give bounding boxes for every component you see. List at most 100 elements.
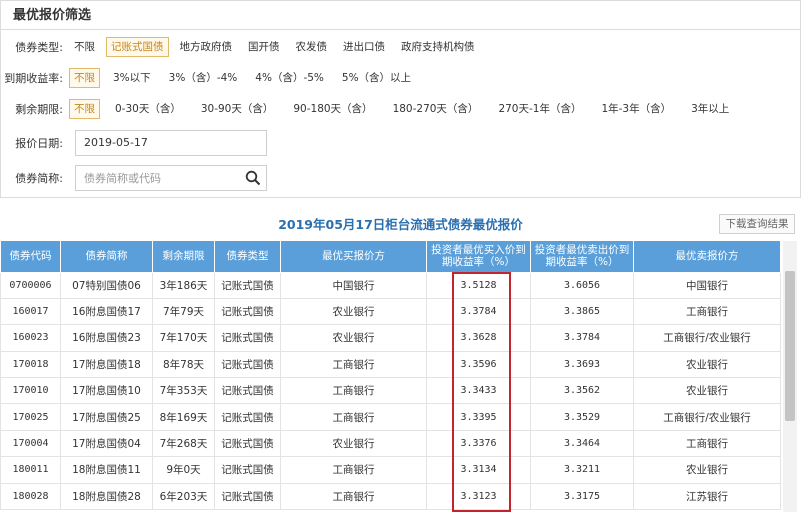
remaining-option[interactable]: 不限 (69, 99, 100, 119)
table-row[interactable]: 160023 16附息国债23 7年170天 记账式国债 农业银行 3.3628 3.378… (0, 324, 781, 352)
date-row: 报价日期: (1, 131, 69, 155)
table-cell: 180028 (0, 483, 61, 511)
table-cell: 3.3433 (426, 377, 531, 405)
scrollbar-thumb[interactable] (785, 271, 795, 421)
table-cell: 3.5128 (426, 272, 531, 299)
remaining-row: 剩余期限: 不限 0-30天（含） 30-90天（含） 90-180天（含） 180-2… (1, 97, 734, 121)
remaining-option[interactable]: 1年-3年（含） (596, 99, 676, 119)
table-cell: 记账式国债 (214, 324, 281, 352)
table-cell: 160017 (0, 298, 61, 326)
remaining-option[interactable]: 0-30天（含） (110, 99, 186, 119)
search-row: 债券简称: (1, 166, 69, 190)
table-row[interactable]: 0700006 07特别国债06 3年186天 记账式国债 中国银行 3.5128 3.60… (0, 272, 781, 299)
table-row[interactable]: 170018 17附息国债18 8年78天 记账式国债 工商银行 3.3596 3.3693… (0, 351, 781, 379)
bond-type-row: 债券类型: 不限 记账式国债 地方政府债 国开债 农发债 进出口债 政府支持机构债 (1, 35, 480, 59)
table-cell: 3.3211 (530, 456, 634, 484)
table-cell: 工商银行 (633, 430, 781, 458)
table-cell: 3.6056 (530, 272, 634, 299)
table-cell: 3.3123 (426, 483, 531, 511)
search-label: 债券简称: (15, 172, 63, 185)
table-row[interactable]: 170025 17附息国债25 8年169天 记账式国债 工商银行 3.3395 3.352… (0, 403, 781, 431)
yield-option[interactable]: 3%（含）-4% (164, 68, 243, 88)
table-cell: 7年170天 (152, 324, 215, 352)
column-header: 最优买报价方 (280, 241, 427, 273)
table-cell: 17附息国债04 (60, 430, 153, 458)
bond_type-option[interactable]: 国开债 (243, 37, 285, 57)
bond_type-option[interactable]: 农发债 (291, 37, 333, 57)
yield-option[interactable]: 3%以下 (108, 68, 156, 88)
bond_type-option[interactable]: 不限 (69, 37, 100, 57)
remaining-option[interactable]: 180-270天（含） (388, 99, 484, 119)
table-cell: 3.3562 (530, 377, 634, 405)
table-cell: 农业银行 (633, 377, 781, 405)
column-header: 投资者最优买入价到期收益率（%） (426, 241, 531, 273)
yield-option[interactable]: 不限 (69, 68, 100, 88)
table-cell: 16附息国债17 (60, 298, 153, 326)
table-cell: 工商银行 (280, 483, 427, 511)
bond_type-option[interactable]: 进出口债 (338, 37, 390, 57)
table-cell: 工商银行/农业银行 (633, 403, 781, 431)
remaining-option[interactable]: 30-90天（含） (196, 99, 279, 119)
column-header: 剩余期限 (152, 241, 215, 273)
table-cell: 农业银行 (280, 298, 427, 326)
date-label: 报价日期: (15, 137, 63, 150)
table-cell: 农业银行 (633, 351, 781, 379)
table-cell: 6年203天 (152, 483, 215, 511)
vertical-scrollbar[interactable] (783, 241, 797, 512)
remaining-options: 不限 0-30天（含） 30-90天（含） 90-180天（含） 180-270天（含）… (69, 99, 734, 119)
table-cell: 3.3693 (530, 351, 634, 379)
table-row[interactable]: 180028 18附息国债28 6年203天 记账式国债 工商银行 3.3123 3.317… (0, 483, 781, 511)
table-cell: 3.3865 (530, 298, 634, 326)
quote-table: 债券代码 债券简称 剩余期限 债券类型 最优买报价方 投资者最优买入价到期收益率（%） 投资… (0, 241, 781, 511)
table-cell: 170025 (0, 403, 61, 431)
table-cell: 3.3784 (426, 298, 531, 326)
table-cell: 160023 (0, 324, 61, 352)
table-cell: 170018 (0, 351, 61, 379)
table-cell: 7年353天 (152, 377, 215, 405)
search-button[interactable] (240, 166, 266, 190)
bond_type-option[interactable]: 政府支持机构债 (396, 37, 480, 57)
yield-options: 不限 3%以下 3%（含）-4% 4%（含）-5% 5%（含）以上 (69, 68, 416, 88)
search-box (75, 165, 267, 191)
table-body: 0700006 07特别国债06 3年186天 记账式国债 中国银行 3.5128 3.60… (0, 272, 781, 511)
remaining-label: 剩余期限: (15, 103, 63, 116)
table-cell: 3.3628 (426, 324, 531, 352)
column-header: 最优卖报价方 (633, 241, 781, 273)
yield-option[interactable]: 5%（含）以上 (337, 68, 416, 88)
search-icon (245, 170, 261, 186)
table-cell: 7年268天 (152, 430, 215, 458)
table-cell: 170010 (0, 377, 61, 405)
table-cell: 工商银行/农业银行 (633, 324, 781, 352)
download-button[interactable]: 下载查询结果 (719, 214, 795, 234)
table-row[interactable]: 170010 17附息国债10 7年353天 记账式国债 工商银行 3.3433 3.356… (0, 377, 781, 405)
table-row[interactable]: 170004 17附息国债04 7年268天 记账式国债 农业银行 3.3376 3.346… (0, 430, 781, 458)
column-header: 债券代码 (0, 241, 61, 273)
bond-type-options: 不限 记账式国债 地方政府债 国开债 农发债 进出口债 政府支持机构债 (69, 37, 480, 57)
table-title: 2019年05月17日柜台流通式债券最优报价 (278, 217, 523, 232)
search-input[interactable] (76, 166, 242, 190)
remaining-option[interactable]: 90-180天（含） (288, 99, 377, 119)
table-cell: 记账式国债 (214, 351, 281, 379)
table-cell: 农业银行 (633, 456, 781, 484)
table-cell: 18附息国债11 (60, 456, 153, 484)
table-cell: 中国银行 (633, 272, 781, 299)
remaining-option[interactable]: 270天-1年（含） (493, 99, 586, 119)
bond_type-option[interactable]: 记账式国债 (106, 37, 169, 57)
table-cell: 8年169天 (152, 403, 215, 431)
table-cell: 8年78天 (152, 351, 215, 379)
table-cell: 中国银行 (280, 272, 427, 299)
table-cell: 3年186天 (152, 272, 215, 299)
table-cell: 7年79天 (152, 298, 215, 326)
table-cell: 工商银行 (280, 403, 427, 431)
table-cell: 农业银行 (280, 324, 427, 352)
table-row[interactable]: 180011 18附息国债11 9年0天 记账式国债 工商银行 3.3134 3.3211 农… (0, 456, 781, 484)
yield-option[interactable]: 4%（含）-5% (250, 68, 329, 88)
remaining-option[interactable]: 3年以上 (686, 99, 734, 119)
date-field[interactable]: 2019-05-17 (75, 130, 267, 156)
table-cell: 9年0天 (152, 456, 215, 484)
bond_type-option[interactable]: 地方政府债 (175, 37, 238, 57)
yield-label: 到期收益率: (4, 72, 63, 85)
yield-row: 到期收益率: 不限 3%以下 3%（含）-4% 4%（含）-5% 5%（含）以上 (1, 66, 416, 90)
column-header: 债券简称 (60, 241, 153, 273)
table-row[interactable]: 160017 16附息国债17 7年79天 记账式国债 农业银行 3.3784 3.3865… (0, 298, 781, 326)
